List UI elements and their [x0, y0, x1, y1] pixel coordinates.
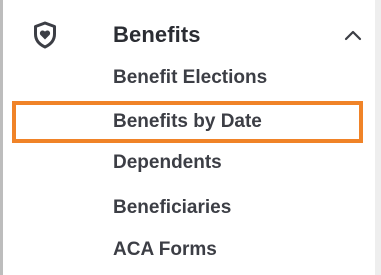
shield-heart-icon	[33, 21, 57, 49]
benefits-nav-panel: Benefits Benefit Elections Benefits by D…	[0, 0, 381, 275]
nav-item-aca-forms[interactable]: ACA Forms	[113, 239, 217, 261]
highlight-box	[12, 101, 363, 143]
benefits-section-header[interactable]: Benefits	[3, 0, 375, 70]
nav-item-benefit-elections[interactable]: Benefit Elections	[113, 67, 267, 89]
chevron-up-icon[interactable]	[343, 28, 363, 42]
section-title: Benefits	[113, 22, 201, 47]
nav-item-beneficiaries[interactable]: Beneficiaries	[113, 197, 231, 219]
nav-item-dependents[interactable]: Dependents	[113, 152, 222, 174]
